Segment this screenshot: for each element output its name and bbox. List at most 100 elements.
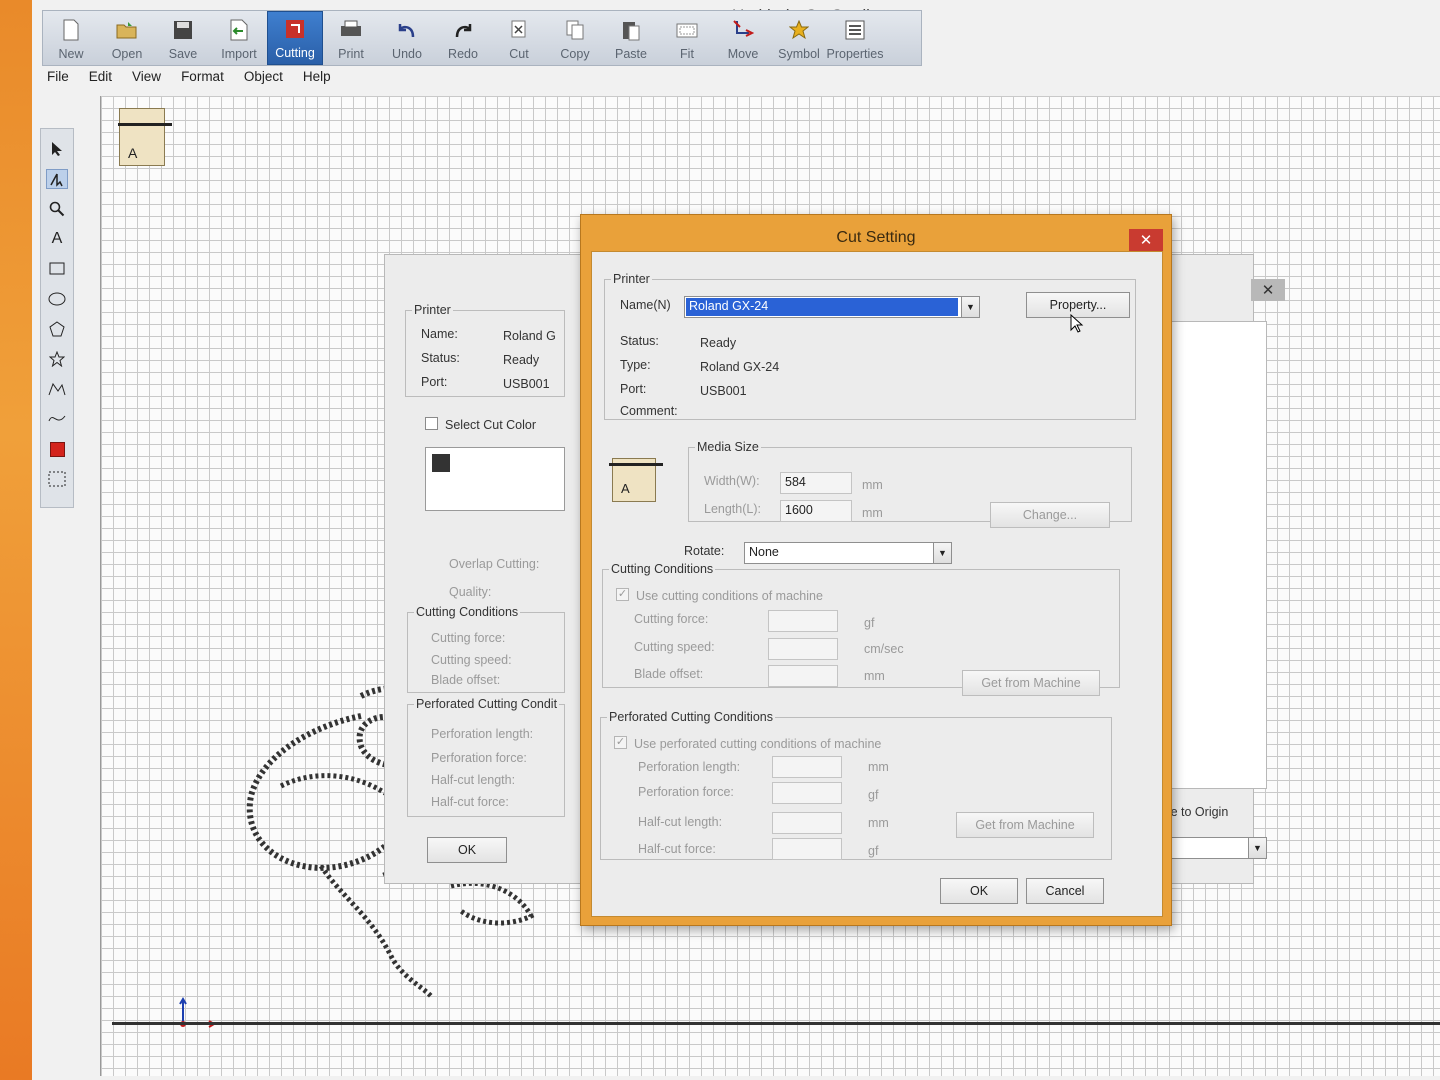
menu-edit[interactable]: Edit [80, 66, 121, 88]
import-button[interactable]: Import [211, 11, 267, 65]
menu-object[interactable]: Object [235, 66, 292, 88]
width-label: Width(W): [704, 474, 760, 488]
new-button[interactable]: New [43, 11, 99, 65]
bg-status-label: Status: [421, 351, 460, 365]
half-cut-length-field[interactable] [772, 812, 842, 834]
node-edit-icon[interactable] [46, 169, 68, 189]
move-button[interactable]: Move [715, 11, 771, 65]
perforation-force-field[interactable] [772, 782, 842, 804]
cut-setting-client: Printer Name(N) Roland GX-24 ▼ Property.… [591, 251, 1163, 917]
cut-button[interactable]: Cut [491, 11, 547, 65]
change-button[interactable]: Change... [990, 502, 1110, 528]
use-perforated-checkbox[interactable]: ✓ [614, 736, 627, 749]
polyline-icon[interactable] [46, 379, 68, 399]
bg-cutting-conditions-legend: Cutting Conditions [416, 605, 519, 619]
rotate-label: Rotate: [684, 544, 725, 558]
save-disk-icon [172, 19, 194, 41]
ribbon-button-label: New [58, 47, 84, 61]
status-value: Ready [700, 336, 737, 350]
half-cut-length-label: Half-cut length: [638, 815, 723, 829]
fit-button[interactable]: Fit [659, 11, 715, 65]
chevron-down-icon[interactable]: ▼ [961, 297, 979, 317]
save-button[interactable]: Save [155, 11, 211, 65]
cut-color-list[interactable] [425, 447, 565, 511]
use-machine-conditions-label: Use cutting conditions of machine [636, 589, 823, 603]
cutting-button[interactable]: Cutting [267, 11, 323, 65]
origin-marker [179, 996, 219, 1031]
ellipse-icon[interactable] [46, 289, 68, 309]
media-boundary [112, 1022, 1440, 1025]
perforation-force-label: Perforation force: [638, 785, 734, 799]
polygon-icon[interactable] [46, 319, 68, 339]
undo-button[interactable]: Undo [379, 11, 435, 65]
get-from-machine-button[interactable]: Get from Machine [962, 670, 1100, 696]
paste-button[interactable]: Paste [603, 11, 659, 65]
width-field[interactable]: 584 [780, 472, 852, 494]
menu-file[interactable]: File [38, 66, 78, 88]
half-cut-force-field[interactable] [772, 838, 842, 860]
get-from-machine-perforated-button[interactable]: Get from Machine [956, 812, 1094, 838]
blade-offset-field[interactable] [768, 665, 838, 687]
use-machine-conditions-checkbox[interactable]: ✓ [616, 588, 629, 601]
bg-ok-button[interactable]: OK [427, 837, 507, 863]
import-icon [228, 19, 250, 41]
ok-button[interactable]: OK [940, 878, 1018, 904]
ribbon-toolbar: New Open Save Import Cutting Print Undo Redo Cut… [42, 10, 922, 66]
properties-button[interactable]: Properties [827, 11, 884, 65]
color-swatch-icon[interactable] [46, 439, 68, 459]
text-icon[interactable]: A [46, 229, 68, 249]
ribbon-button-label: Import [221, 47, 257, 61]
curve-icon[interactable] [46, 409, 68, 429]
perforation-length-unit: mm [868, 760, 889, 774]
bg-blade-offset-label: Blade offset: [431, 673, 501, 687]
chevron-down-icon[interactable]: ▼ [1248, 838, 1266, 858]
cutting-force-field[interactable] [768, 610, 838, 632]
close-icon[interactable]: ✕ [1129, 229, 1163, 251]
menu-view[interactable]: View [123, 66, 170, 88]
marquee-icon[interactable] [46, 469, 68, 489]
half-cut-force-label: Half-cut force: [638, 842, 716, 856]
printer-name-select[interactable]: Roland GX-24 ▼ [684, 296, 980, 318]
print-button[interactable]: Print [323, 11, 379, 65]
rectangle-icon[interactable] [46, 259, 68, 279]
width-unit: mm [862, 478, 883, 492]
redo-button[interactable]: Redo [435, 11, 491, 65]
port-label: Port: [620, 382, 647, 396]
bg-cutting-force-label: Cutting force: [431, 631, 506, 645]
color-swatch[interactable] [432, 454, 450, 472]
printer-name-selected: Roland GX-24 [686, 298, 958, 316]
symbol-button[interactable]: Symbol [771, 11, 827, 65]
bg-dialog-close-button[interactable]: ✕ [1251, 279, 1285, 301]
copy-button[interactable]: Copy [547, 11, 603, 65]
star-icon[interactable] [46, 349, 68, 369]
bg-overlap-cutting-label: Overlap Cutting: [449, 557, 540, 571]
ribbon-button-label: Print [338, 47, 364, 61]
length-field[interactable]: 1600 [780, 500, 852, 522]
length-label: Length(L): [704, 502, 761, 516]
cancel-button[interactable]: Cancel [1026, 878, 1104, 904]
ribbon-button-label: Move [727, 47, 759, 61]
menu-format[interactable]: Format [172, 66, 233, 88]
bg-quality-label: Quality: [449, 585, 492, 599]
rotate-select[interactable]: None ▼ [744, 542, 952, 564]
bg-half-cut-length-label: Half-cut length: [431, 773, 516, 787]
menu-help[interactable]: Help [294, 66, 340, 88]
open-button[interactable]: Open [99, 11, 155, 65]
ribbon-button-label: Redo [448, 47, 478, 61]
arrow-select-icon[interactable] [46, 139, 68, 159]
zoom-icon[interactable] [46, 199, 68, 219]
chevron-down-icon[interactable]: ▼ [933, 543, 951, 563]
cut-setting-dialog: Cut Setting ✕ Printer Name(N) Roland GX-… [580, 214, 1172, 926]
media-orientation-label: A [128, 145, 138, 161]
scissors-icon [508, 19, 530, 41]
cutting-icon [284, 18, 306, 40]
printer-icon [340, 19, 362, 41]
blade-offset-unit: mm [864, 669, 885, 683]
perforation-length-field[interactable] [772, 756, 842, 778]
comment-label: Comment: [620, 404, 678, 418]
perforated-legend: Perforated Cutting Conditions [609, 710, 773, 724]
cutting-force-label: Cutting force: [634, 612, 709, 626]
cutting-speed-field[interactable] [768, 638, 838, 660]
select-cut-color-checkbox[interactable] [425, 417, 438, 430]
mouse-cursor-icon [1070, 314, 1084, 333]
